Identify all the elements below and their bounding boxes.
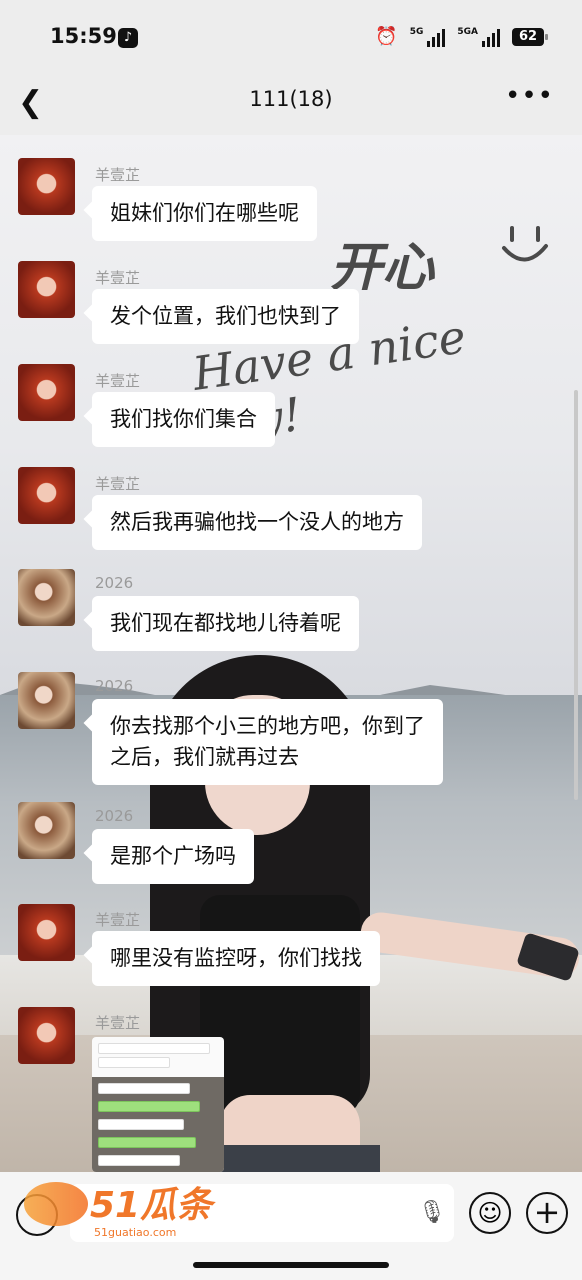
alarm-icon: ⏰ <box>375 26 398 47</box>
message-bubble[interactable]: 然后我再骗他找一个没人的地方 <box>92 495 422 550</box>
avatar[interactable] <box>18 467 75 524</box>
image-row <box>98 1101 200 1112</box>
sender-name: 羊壹芷 <box>95 372 141 390</box>
avatar[interactable] <box>18 672 75 729</box>
emoji-icon[interactable]: ☺ <box>469 1192 511 1234</box>
message-bubble[interactable]: 哪里没有监控呀，你们找找 <box>92 931 380 986</box>
image-row <box>98 1137 196 1148</box>
avatar[interactable] <box>18 802 75 859</box>
sender-name: 2026 <box>95 677 134 695</box>
battery-icon: 62 <box>512 27 548 46</box>
avatar[interactable] <box>18 1007 75 1064</box>
image-row <box>98 1043 210 1054</box>
avatar[interactable] <box>18 158 75 215</box>
sender-name: 羊壹芷 <box>95 911 141 929</box>
message-bubble[interactable]: 我们现在都找地儿待着呢 <box>92 596 359 651</box>
home-indicator[interactable] <box>193 1262 389 1268</box>
image-row <box>98 1057 170 1068</box>
avatar[interactable] <box>18 261 75 318</box>
avatar[interactable] <box>18 569 75 626</box>
image-row <box>98 1119 184 1130</box>
sender-name: 羊壹芷 <box>95 1014 141 1032</box>
status-time: 15:59 <box>50 24 117 48</box>
fish-logo-icon <box>24 1182 88 1226</box>
avatar[interactable] <box>18 364 75 421</box>
message-text-line: 你去找那个小三的地方吧，你到了 <box>110 714 425 738</box>
signal-label: 5G <box>409 26 424 37</box>
sender-name: 2026 <box>95 807 134 825</box>
signal-label-2: 5GA <box>457 26 478 37</box>
image-row <box>98 1155 180 1166</box>
status-bar: 15:59 ♪ ⏰ 5G 5GA 62 <box>0 0 582 75</box>
more-icon[interactable]: ••• <box>505 81 554 111</box>
message-text-line: 之后，我们就再过去 <box>110 745 299 769</box>
watermark-logo: 51瓜条 51guatiao.com <box>24 1182 213 1239</box>
message-bubble[interactable]: 是那个广场吗 <box>92 829 254 884</box>
watermark-text: 51瓜条 <box>90 1185 213 1226</box>
screenshot-image[interactable] <box>92 1037 224 1172</box>
avatar[interactable] <box>18 904 75 961</box>
signal-icon: 5G <box>410 27 446 47</box>
sender-name: 羊壹芷 <box>95 269 141 287</box>
chat-title: 111(18) <box>249 87 333 111</box>
watermark-url: 51guatiao.com <box>94 1226 177 1239</box>
image-row <box>98 1083 190 1094</box>
sender-name: 羊壹芷 <box>95 475 141 493</box>
message-bubble[interactable]: 你去找那个小三的地方吧，你到了 之后，我们就再过去 <box>92 699 443 785</box>
signal-icon-2: 5GA <box>457 27 500 47</box>
plus-icon[interactable]: + <box>526 1192 568 1234</box>
message-bubble[interactable]: 发个位置，我们也快到了 <box>92 289 359 344</box>
background-person-top <box>200 895 360 1115</box>
sender-name: 羊壹芷 <box>95 166 141 184</box>
message-bubble[interactable]: 姐妹们你们在哪些呢 <box>92 186 317 241</box>
chat-header: ❮ 111(18) ••• <box>0 75 582 135</box>
sender-name: 2026 <box>95 574 134 592</box>
input-bar: 51瓜条 51guatiao.com 🎙 ☺ + <box>0 1172 582 1280</box>
microphone-icon[interactable]: 🎙 <box>418 1200 446 1225</box>
smiley-icon <box>502 226 548 262</box>
message-bubble[interactable]: 我们找你们集合 <box>92 392 275 447</box>
scrollbar[interactable] <box>574 390 578 800</box>
tiktok-icon: ♪ <box>118 28 138 48</box>
